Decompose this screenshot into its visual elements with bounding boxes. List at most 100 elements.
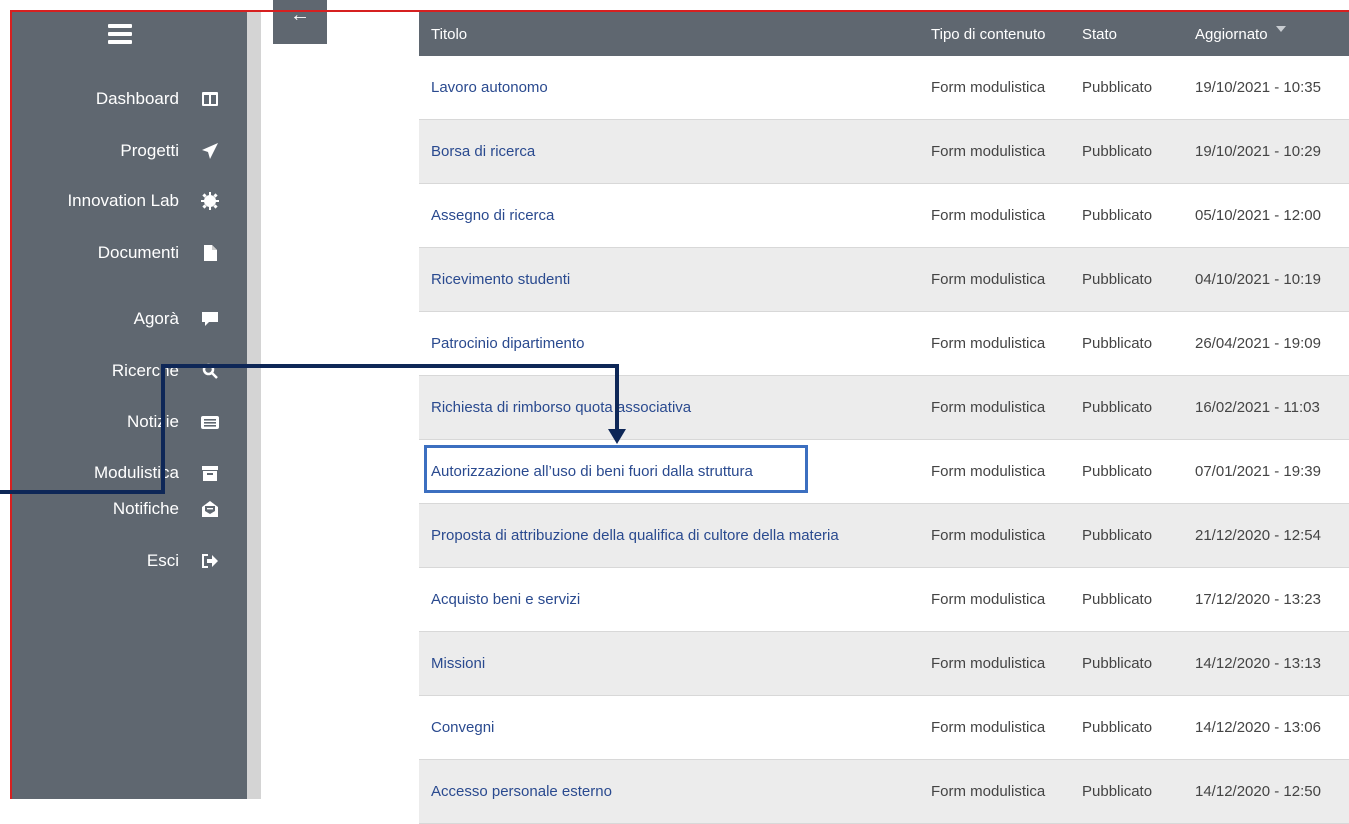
sidebar-item-agora[interactable]: Agorà: [134, 304, 219, 334]
sidebar-item-label: Dashboard: [95, 89, 179, 108]
table-row: Convegni Form modulistica Pubblicato 14/12/…: [419, 695, 1349, 760]
sidebar-item-ricerche[interactable]: Ricerche: [112, 356, 219, 386]
sidebar-item-label: Innovation Lab: [67, 191, 179, 210]
cell-title: Richiesta di rimborso quota associativa: [419, 375, 919, 440]
title-link[interactable]: Patrocinio dipartimento: [431, 335, 584, 352]
cell-title: Convegni: [419, 695, 919, 760]
back-button[interactable]: ←: [273, 0, 327, 44]
cell-type: Form modulistica: [919, 311, 1070, 376]
sidebar-item-progetti[interactable]: Progetti: [120, 136, 219, 166]
cell-updated: 14/12/2020 - 13:06: [1183, 695, 1349, 760]
cell-updated: 19/10/2021 - 10:35: [1183, 56, 1349, 120]
back-arrow-icon: ←: [290, 4, 310, 26]
highlight-box: [424, 445, 808, 493]
cell-updated: 07/01/2021 - 19:39: [1183, 439, 1349, 504]
sidebar-item-label: Notifiche: [112, 499, 179, 518]
cell-title: Ricevimento studenti: [419, 247, 919, 312]
cell-status: Pubblicato: [1070, 631, 1183, 696]
table-row: Borsa di ricerca Form modulistica Pubblica…: [419, 119, 1349, 184]
table-row: Patrocinio dipartimento Form modulistica P…: [419, 311, 1349, 376]
sidebar-item-notifiche[interactable]: Notifiche: [113, 494, 219, 524]
column-header-updated[interactable]: Aggiornato: [1183, 12, 1349, 56]
cell-updated: 26/04/2021 - 19:09: [1183, 311, 1349, 376]
sidebar-item-label: Progetti: [120, 141, 179, 160]
cell-status: Pubblicato: [1070, 311, 1183, 376]
sidebar-item-dashboard[interactable]: Dashboard: [96, 84, 219, 114]
cell-status: Pubblicato: [1070, 119, 1183, 184]
title-link[interactable]: Missioni: [431, 655, 485, 672]
table-row: Missioni Form modulistica Pubblicato 14/12/…: [419, 631, 1349, 696]
cell-title: Acquisto beni e servizi: [419, 567, 919, 632]
cell-type: Form modulistica: [919, 695, 1070, 760]
cell-type: Form modulistica: [919, 375, 1070, 440]
sidebar-item-label: Esci: [146, 551, 179, 570]
cell-updated: 19/10/2021 - 10:29: [1183, 119, 1349, 184]
table-header-row: Titolo Tipo di contenuto Stato Aggiornat…: [419, 12, 1349, 56]
cell-title: Assegno di ricerca: [419, 183, 919, 248]
sidebar-item-esci[interactable]: Esci: [147, 546, 219, 576]
cell-type: Form modulistica: [919, 119, 1070, 184]
cell-type: Form modulistica: [919, 631, 1070, 696]
cell-title: Accesso personale esterno: [419, 759, 919, 824]
newspaper-icon: [201, 415, 219, 429]
title-link[interactable]: Assegno di ricerca: [431, 207, 554, 224]
table-row: Accesso personale esterno Form modulistic…: [419, 759, 1349, 824]
gear-icon: [201, 192, 219, 210]
cell-type: Form modulistica: [919, 439, 1070, 504]
cell-status: Pubblicato: [1070, 439, 1183, 504]
sign-out-icon: [201, 554, 219, 568]
cell-type: Form modulistica: [919, 567, 1070, 632]
sidebar: Dashboard Progetti Innovation Lab Docume…: [12, 12, 247, 799]
cell-updated: 04/10/2021 - 10:19: [1183, 247, 1349, 312]
cell-title: Borsa di ricerca: [419, 119, 919, 184]
sidebar-item-label: Notizie: [127, 412, 179, 431]
sidebar-item-label: Ricerche: [111, 361, 179, 380]
sidebar-item-documenti[interactable]: Documenti: [98, 238, 219, 268]
sidebar-divider[interactable]: [247, 12, 261, 799]
cell-updated: 21/12/2020 - 12:54: [1183, 503, 1349, 568]
sidebar-item-label: Documenti: [97, 243, 179, 262]
cell-type: Form modulistica: [919, 56, 1070, 120]
search-icon: [201, 363, 219, 379]
sidebar-item-innovation-lab[interactable]: Innovation Lab: [67, 186, 219, 216]
cell-updated: 14/12/2020 - 13:13: [1183, 631, 1349, 696]
table-row: Lavoro autonomo Form modulistica Pubblicat…: [419, 56, 1349, 120]
cell-status: Pubblicato: [1070, 503, 1183, 568]
cell-status: Pubblicato: [1070, 183, 1183, 248]
title-link[interactable]: Richiesta di rimborso quota associativa: [431, 399, 691, 416]
cell-type: Form modulistica: [919, 759, 1070, 824]
title-link[interactable]: Accesso personale esterno: [431, 783, 612, 800]
title-link[interactable]: Borsa di ricerca: [431, 143, 535, 160]
sidebar-item-notizie[interactable]: Notizie: [127, 407, 219, 437]
sidebar-item-label: Modulistica: [93, 463, 179, 482]
column-header-type[interactable]: Tipo di contenuto: [919, 12, 1070, 56]
cell-type: Form modulistica: [919, 503, 1070, 568]
title-link[interactable]: Ricevimento studenti: [431, 271, 570, 288]
title-link[interactable]: Lavoro autonomo: [431, 79, 548, 96]
title-link[interactable]: Proposta di attribuzione della qualifica…: [431, 527, 839, 544]
cell-status: Pubblicato: [1070, 247, 1183, 312]
cell-type: Form modulistica: [919, 247, 1070, 312]
comment-icon: [201, 311, 219, 327]
cell-status: Pubblicato: [1070, 695, 1183, 760]
cell-title: Missioni: [419, 631, 919, 696]
cell-title: Lavoro autonomo: [419, 56, 919, 120]
cell-status: Pubblicato: [1070, 56, 1183, 120]
dashboard-icon: [201, 92, 219, 106]
sidebar-item-label: Agorà: [133, 309, 179, 328]
table-row: Richiesta di rimborso quota associativa F…: [419, 375, 1349, 440]
cell-status: Pubblicato: [1070, 567, 1183, 632]
sidebar-item-modulistica[interactable]: Modulistica: [94, 458, 219, 488]
content-table: Titolo Tipo di contenuto Stato Aggiornat…: [419, 12, 1349, 824]
table-row: Assegno di ricerca Form modulistica Pubbli…: [419, 183, 1349, 248]
column-header-status[interactable]: Stato: [1070, 12, 1183, 56]
cell-title: Patrocinio dipartimento: [419, 311, 919, 376]
cell-status: Pubblicato: [1070, 759, 1183, 824]
envelope-open-icon: [201, 501, 219, 517]
title-link[interactable]: Convegni: [431, 719, 494, 736]
hamburger-menu-icon[interactable]: [108, 24, 132, 44]
column-header-title[interactable]: Titolo: [419, 12, 919, 56]
cell-status: Pubblicato: [1070, 375, 1183, 440]
table-row: Ricevimento studenti Form modulistica Pubb…: [419, 247, 1349, 312]
title-link[interactable]: Acquisto beni e servizi: [431, 591, 580, 608]
